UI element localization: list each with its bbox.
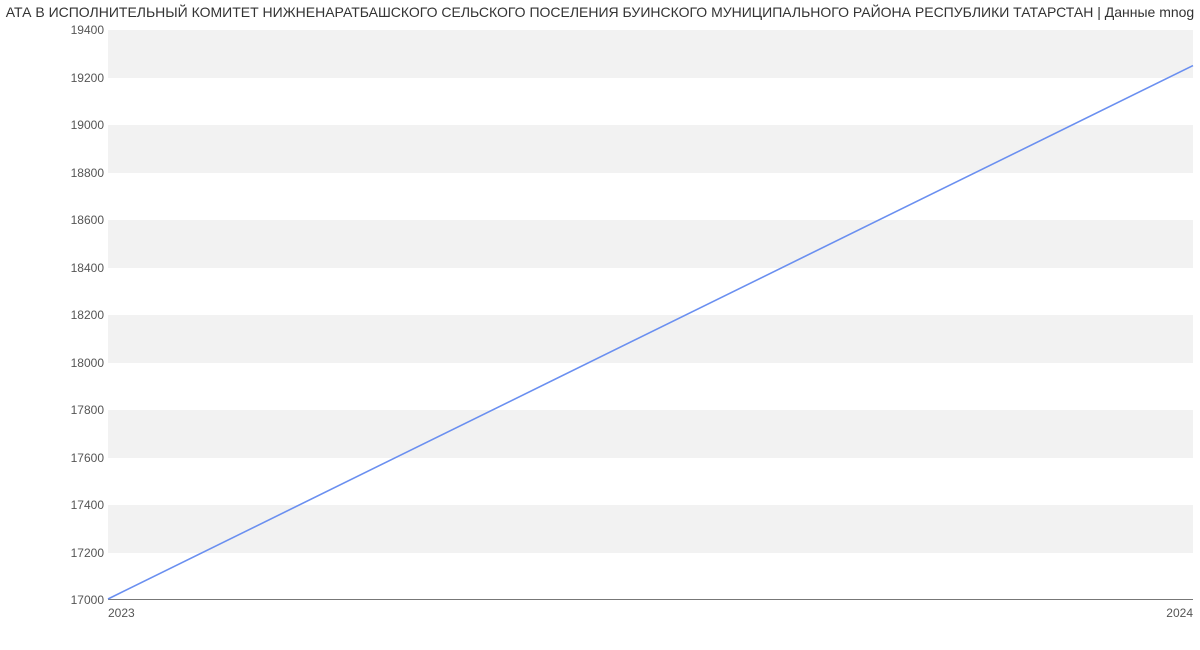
- x-tick-label: 2024: [1166, 606, 1193, 620]
- line-series: [108, 30, 1193, 599]
- chart-container: АТА В ИСПОЛНИТЕЛЬНЫЙ КОМИТЕТ НИЖНЕНАРАТБ…: [0, 0, 1200, 650]
- y-tick-label: 18600: [71, 213, 104, 227]
- chart-title: АТА В ИСПОЛНИТЕЛЬНЫЙ КОМИТЕТ НИЖНЕНАРАТБ…: [0, 4, 1200, 20]
- y-tick-label: 17800: [71, 403, 104, 417]
- x-tick-label: 2023: [108, 606, 135, 620]
- plot-area: [108, 30, 1193, 600]
- y-tick-label: 17600: [71, 451, 104, 465]
- y-tick-label: 19200: [71, 71, 104, 85]
- y-tick-label: 18800: [71, 166, 104, 180]
- y-tick-label: 19000: [71, 118, 104, 132]
- y-tick-label: 18000: [71, 356, 104, 370]
- y-tick-label: 18400: [71, 261, 104, 275]
- y-tick-label: 19400: [71, 23, 104, 37]
- y-tick-label: 17200: [71, 546, 104, 560]
- y-tick-label: 17400: [71, 498, 104, 512]
- y-tick-label: 17000: [71, 593, 104, 607]
- y-tick-label: 18200: [71, 308, 104, 322]
